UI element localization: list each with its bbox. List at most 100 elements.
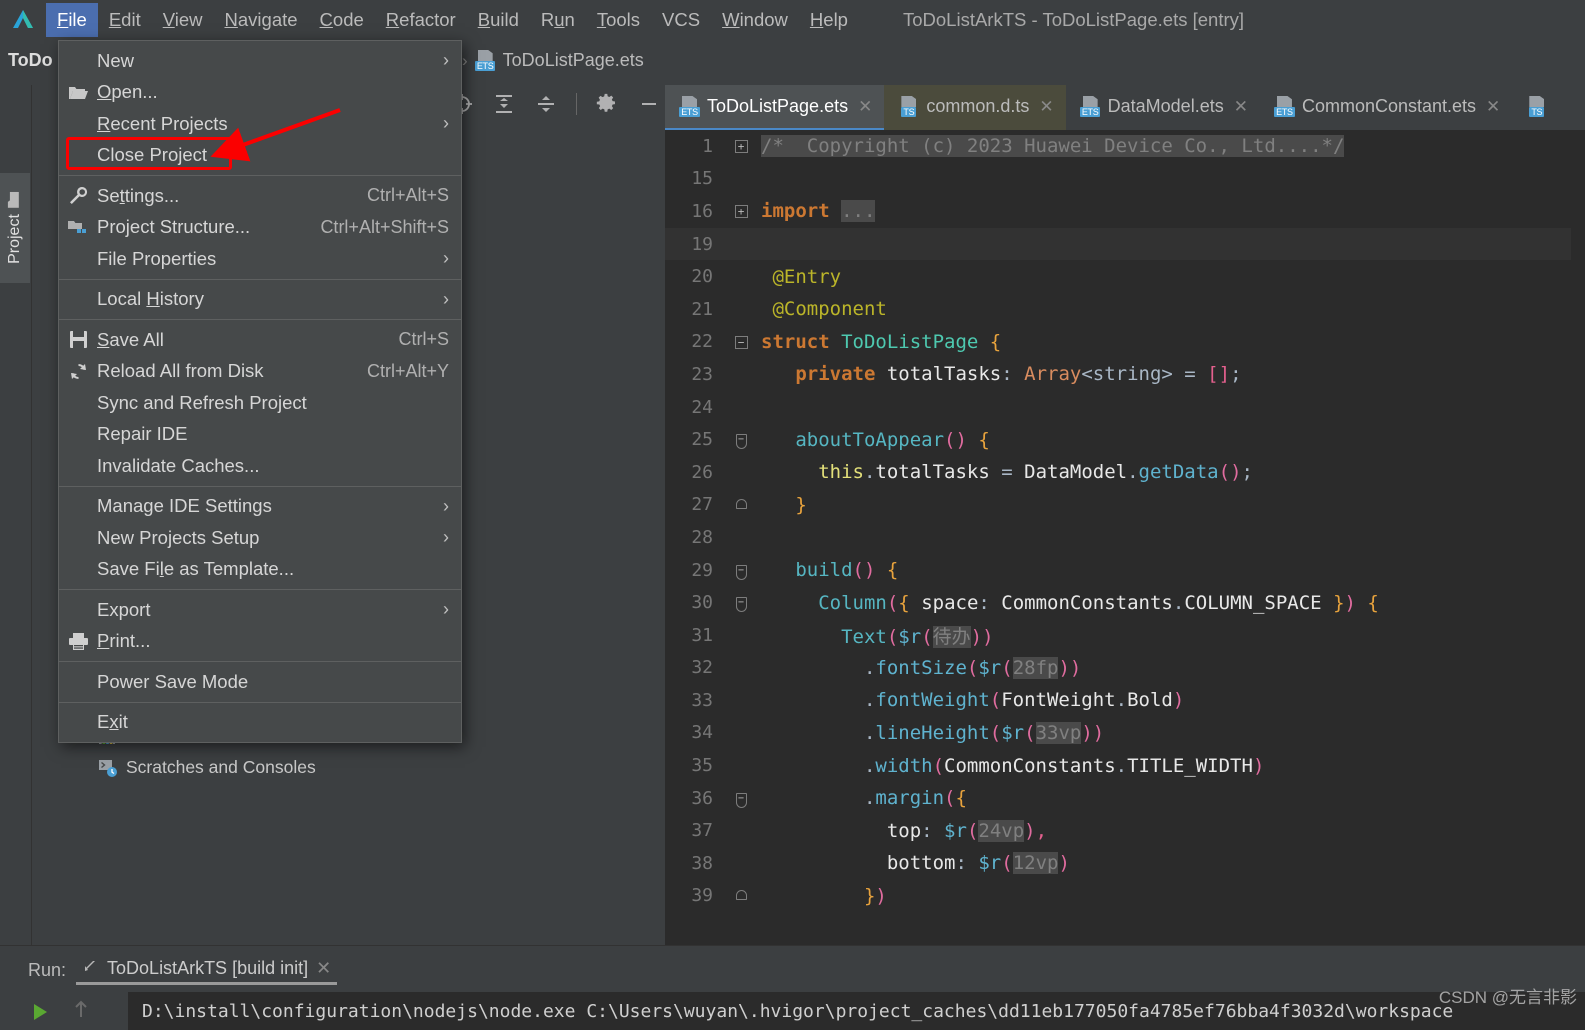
file-menu-item-new-projects-setup[interactable]: New Projects Setup ›: [59, 522, 461, 554]
code-line[interactable]: 37 top: $r(24vp),: [665, 814, 1585, 847]
menu-window[interactable]: Window: [711, 3, 799, 37]
file-menu-item-open[interactable]: Open...: [59, 77, 461, 109]
code-line[interactable]: 35 .width(CommonConstants.TITLE_WIDTH): [665, 749, 1585, 782]
gear-icon[interactable]: [595, 92, 619, 116]
code-text: .width(CommonConstants.TITLE_WIDTH): [761, 754, 1265, 777]
expand-all-icon[interactable]: [492, 92, 516, 116]
menu-run[interactable]: Run: [530, 3, 586, 37]
file-menu-item-settings[interactable]: Settings... Ctrl+Alt+S: [59, 180, 461, 212]
line-number: 38: [691, 852, 713, 874]
code-line[interactable]: 39 }): [665, 880, 1585, 913]
file-menu-item-invalidate-caches[interactable]: Invalidate Caches...: [59, 450, 461, 482]
code-line[interactable]: 21 @Component: [665, 293, 1585, 326]
close-icon[interactable]: ✕: [858, 97, 872, 117]
collapse-all-icon[interactable]: [534, 92, 558, 116]
menu-build[interactable]: Build: [467, 3, 530, 37]
file-menu-item-reload-all-from-disk[interactable]: Reload All from Disk Ctrl+Alt+Y: [59, 356, 461, 388]
menu-tools[interactable]: Tools: [586, 3, 651, 37]
fold-collapse-icon[interactable]: −: [734, 335, 748, 349]
code-line[interactable]: 1 + /* Copyright (c) 2023 Huawei Device Co…: [665, 130, 1585, 163]
minimize-icon[interactable]: [637, 92, 661, 116]
file-menu-item-exit[interactable]: Exit: [59, 707, 461, 739]
menu-edit[interactable]: Edit: [98, 3, 152, 37]
menu-item-label: Sync and Refresh Project: [97, 391, 307, 413]
run-tab[interactable]: ToDoListArkTS [build init] ✕: [76, 956, 338, 985]
code-line[interactable]: 19: [665, 227, 1585, 261]
editor-tab-todolistpage-ets[interactable]: ETS ToDoListPage.ets ✕: [665, 85, 885, 130]
code-line[interactable]: 23 private totalTasks: Array<string> = […: [665, 358, 1585, 391]
code-line[interactable]: 31 Text($r(待办)): [665, 619, 1585, 652]
menu-item-label: Manage IDE Settings: [97, 495, 272, 517]
code-line[interactable]: 15: [665, 163, 1585, 196]
editor-tab-common-d-ts[interactable]: TS common.d.ts ✕: [884, 85, 1066, 130]
menu-view[interactable]: View: [152, 3, 214, 37]
fold-expand-icon[interactable]: +: [734, 140, 748, 154]
menu-item-label: File Properties: [97, 247, 217, 269]
editor-tab-extra[interactable]: TS: [1512, 85, 1559, 130]
code-line[interactable]: 27 }: [665, 489, 1585, 522]
close-icon[interactable]: ✕: [1486, 97, 1500, 117]
code-line[interactable]: 24: [665, 391, 1585, 424]
fold-expand-icon[interactable]: +: [734, 205, 748, 219]
fold-region-start-icon[interactable]: −: [735, 792, 747, 808]
file-menu-item-project-structure[interactable]: Project Structure... Ctrl+Alt+Shift+S: [59, 212, 461, 244]
file-menu-item-print[interactable]: Print...: [59, 626, 461, 658]
code-line[interactable]: 29 − build() {: [665, 554, 1585, 587]
play-icon[interactable]: [34, 1003, 47, 1020]
code-line[interactable]: 38 bottom: $r(12vp): [665, 847, 1585, 880]
close-icon[interactable]: ✕: [316, 958, 331, 979]
ets-file-icon: ETS: [474, 50, 496, 71]
code-line[interactable]: 20 @Entry: [665, 260, 1585, 293]
file-menu-item-new[interactable]: New ›: [59, 45, 461, 77]
code-line[interactable]: 32 .fontSize($r(28fp)): [665, 652, 1585, 685]
file-menu-item-save-all[interactable]: Save All Ctrl+S: [59, 324, 461, 356]
file-menu-item-power-save-mode[interactable]: Power Save Mode: [59, 666, 461, 698]
code-line[interactable]: 30 − Column({ space: CommonConstants.COLU…: [665, 586, 1585, 619]
file-menu-item-save-file-as-template[interactable]: Save File as Template...: [59, 554, 461, 586]
editor-tab-label: ToDoListPage.ets: [707, 96, 849, 116]
menu-code[interactable]: Code: [309, 3, 375, 37]
fold-region-start-icon[interactable]: −: [735, 564, 747, 580]
menu-help[interactable]: Help: [799, 3, 859, 37]
menu-item-label: Project Structure...: [97, 216, 251, 238]
code-line[interactable]: 28: [665, 521, 1585, 554]
editor-scrollbar[interactable]: [1571, 130, 1585, 945]
sidebar-tab-project[interactable]: Project: [0, 173, 30, 283]
fold-region-end-icon[interactable]: [735, 889, 747, 900]
code-line[interactable]: 34 .lineHeight($r(33vp)): [665, 717, 1585, 750]
editor-tab-commonconstant-ets[interactable]: ETS CommonConstant.ets ✕: [1260, 85, 1512, 130]
close-icon[interactable]: ✕: [1234, 97, 1248, 117]
file-menu-item-sync-and-refresh-project[interactable]: Sync and Refresh Project: [59, 387, 461, 419]
code-line[interactable]: 36 − .margin({: [665, 782, 1585, 815]
fold-region-start-icon[interactable]: −: [735, 597, 747, 613]
fold-region-start-icon[interactable]: −: [735, 434, 747, 450]
fold-region-end-icon[interactable]: [735, 498, 747, 509]
code-editor[interactable]: 1 + /* Copyright (c) 2023 Huawei Device Co…: [665, 130, 1585, 945]
code-line[interactable]: 25 − aboutToAppear() {: [665, 423, 1585, 456]
line-number: 19: [691, 233, 713, 255]
save-icon: [59, 331, 97, 349]
code-text: private totalTasks: Array<string> = [];: [761, 363, 1242, 386]
breadcrumb-item-file[interactable]: ToDoListPage.ets: [503, 50, 644, 71]
code-line[interactable]: 33 .fontWeight(FontWeight.Bold): [665, 684, 1585, 717]
tree-item-scratches-and-consoles[interactable]: Scratches and Consoles: [72, 752, 662, 783]
arrow-up-icon[interactable]: [73, 999, 89, 1024]
code-text: .margin({: [761, 787, 967, 810]
code-line[interactable]: 16 + import ...: [665, 195, 1585, 228]
menu-vcs[interactable]: VCS: [651, 3, 711, 37]
close-icon[interactable]: ✕: [1039, 97, 1053, 117]
editor-tab-datamodel-ets[interactable]: ETS DataModel.ets ✕: [1066, 85, 1260, 130]
code-line[interactable]: 22 − struct ToDoListPage {: [665, 326, 1585, 359]
breadcrumb: › ETS ToDoListPage.ets: [462, 50, 644, 71]
menu-navigate[interactable]: Navigate: [214, 3, 309, 37]
line-number: 34: [691, 722, 713, 744]
file-menu-item-manage-ide-settings[interactable]: Manage IDE Settings ›: [59, 491, 461, 523]
code-line[interactable]: 26 this.totalTasks = DataModel.getData()…: [665, 456, 1585, 489]
menu-file[interactable]: File: [46, 3, 98, 37]
file-menu-item-export[interactable]: Export ›: [59, 594, 461, 626]
file-menu-item-repair-ide[interactable]: Repair IDE: [59, 419, 461, 451]
menu-refactor[interactable]: Refactor: [375, 3, 467, 37]
file-menu-item-local-history[interactable]: Local History ›: [59, 284, 461, 316]
file-menu-item-file-properties[interactable]: File Properties ›: [59, 243, 461, 275]
project-structure-icon: [59, 219, 97, 236]
